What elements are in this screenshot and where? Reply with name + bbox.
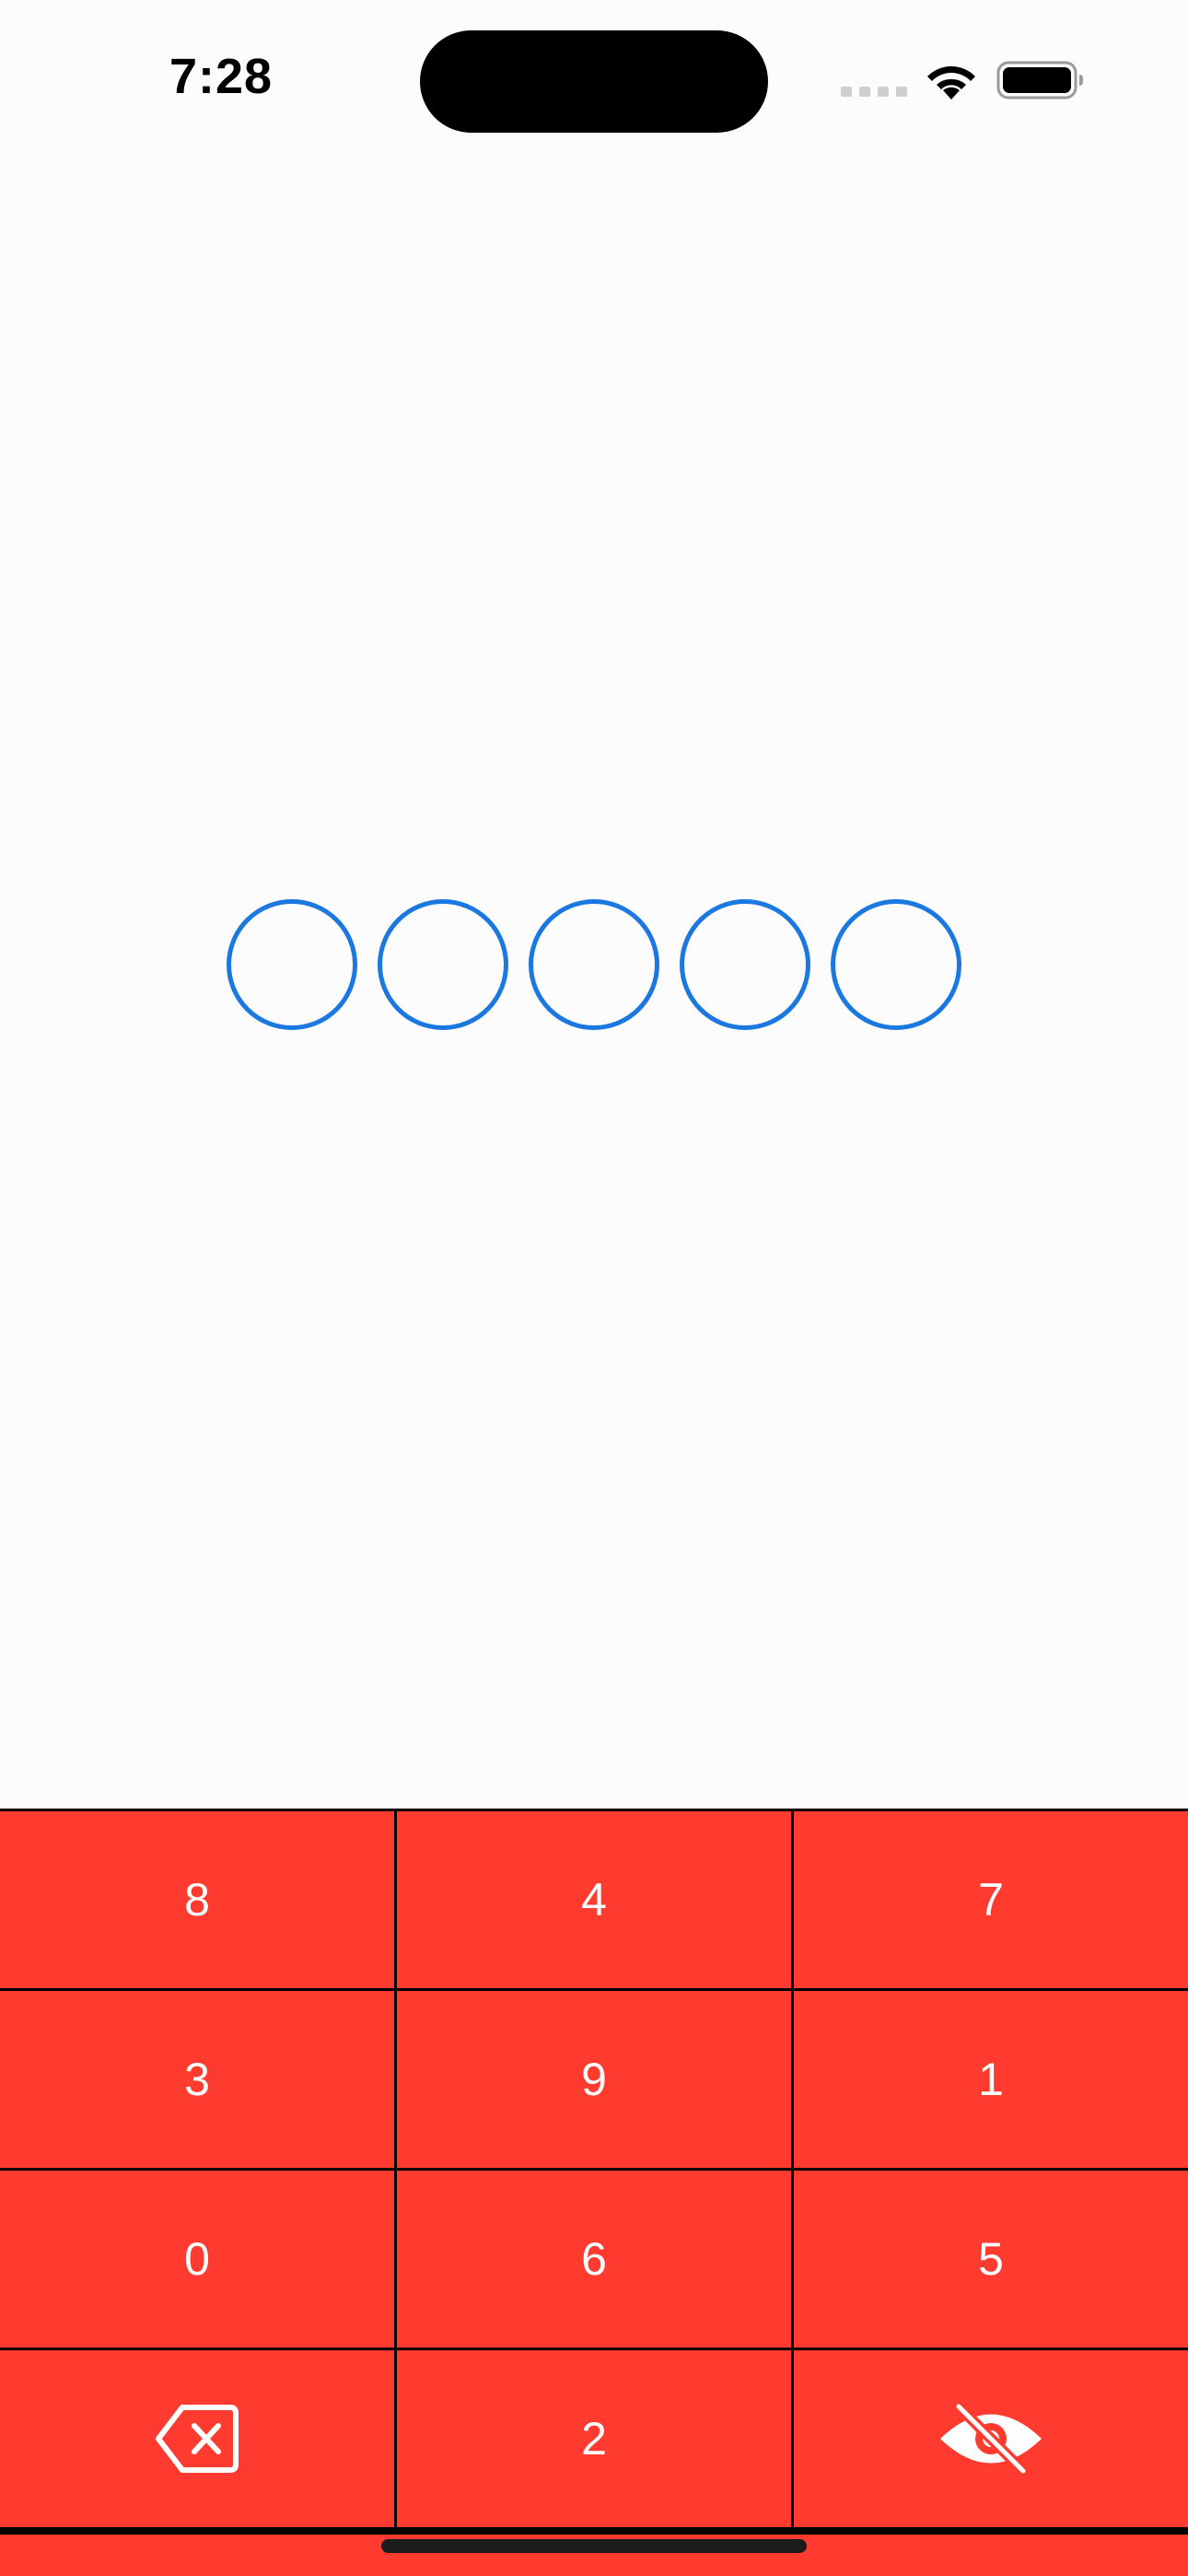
eye-slash-icon — [940, 2403, 1042, 2475]
key-9[interactable]: 9 — [397, 1991, 791, 2168]
toggle-visibility-button[interactable] — [794, 2350, 1188, 2527]
key-3[interactable]: 3 — [0, 1991, 394, 2168]
pin-dot — [529, 899, 659, 1030]
pin-dot — [227, 899, 357, 1030]
backspace-button[interactable] — [0, 2350, 394, 2527]
pin-dot — [378, 899, 508, 1030]
key-0[interactable]: 0 — [0, 2171, 394, 2348]
key-7[interactable]: 7 — [794, 1811, 1188, 1988]
battery-icon — [996, 61, 1083, 100]
home-indicator[interactable] — [381, 2539, 807, 2553]
key-2[interactable]: 2 — [397, 2350, 791, 2527]
key-4[interactable]: 4 — [397, 1811, 791, 1988]
key-6[interactable]: 6 — [397, 2171, 791, 2348]
cellular-signal-icon — [841, 87, 907, 97]
backspace-icon — [156, 2405, 239, 2473]
pin-dot — [831, 899, 961, 1030]
key-8[interactable]: 8 — [0, 1811, 394, 1988]
key-5[interactable]: 5 — [794, 2171, 1188, 2348]
wifi-icon — [927, 65, 975, 100]
pin-dot — [680, 899, 810, 1030]
status-time: 7:28 — [169, 49, 274, 104]
pin-indicator — [0, 899, 1188, 1030]
key-1[interactable]: 1 — [794, 1991, 1188, 2168]
numeric-keypad: 8 4 7 3 9 1 0 6 5 2 — [0, 1809, 1188, 2535]
dynamic-island — [420, 30, 768, 133]
